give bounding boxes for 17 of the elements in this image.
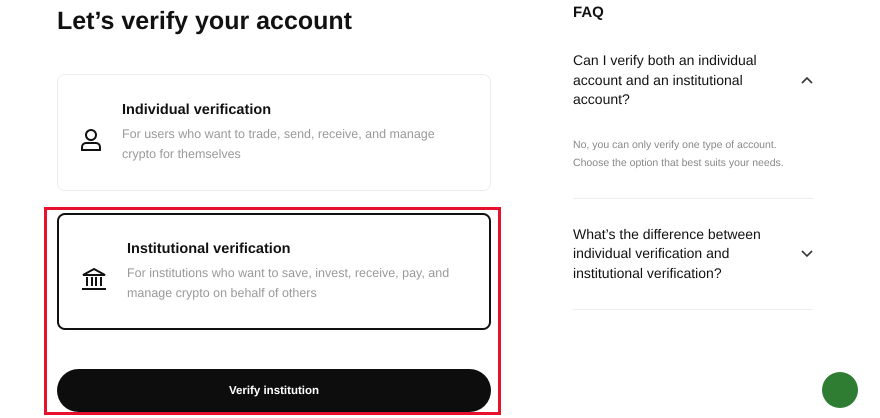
option-description: For institutions who want to save, invest, receive, pay, and manage crypto on behalf of others [127, 264, 450, 302]
chevron-icon [801, 250, 813, 258]
bank-icon [81, 266, 107, 290]
person-icon [80, 128, 102, 152]
faq-heading: FAQ [573, 4, 605, 21]
option-description: For users who want to trade, send, receive, and manage crypto for themselves [122, 126, 436, 163]
faq-question[interactable]: What’s the difference between individual verification and institutional verification? [573, 224, 813, 283]
option-card[interactable]: Institutional verification For institutions who want to save, invest, receive, pay, and manage crypto on behalf of others [57, 213, 491, 330]
option-title: Institutional verification [127, 240, 292, 256]
page-title: Let’s verify your account [57, 6, 353, 36]
option-card[interactable]: Individual verification For users who want to trade, send, receive, and manage crypto for themselves [57, 74, 491, 191]
chat-button[interactable] [822, 372, 858, 408]
chevron-icon [801, 76, 813, 84]
faq-answer: No, you can only verify one type of account. Choose the option that best suits your needs. [573, 138, 785, 170]
faq-question[interactable]: Can I verify both an individual account and an institutional account? [573, 51, 813, 110]
verify-button[interactable]: Verify institution [57, 369, 491, 412]
option-title: Individual verification [122, 102, 272, 118]
